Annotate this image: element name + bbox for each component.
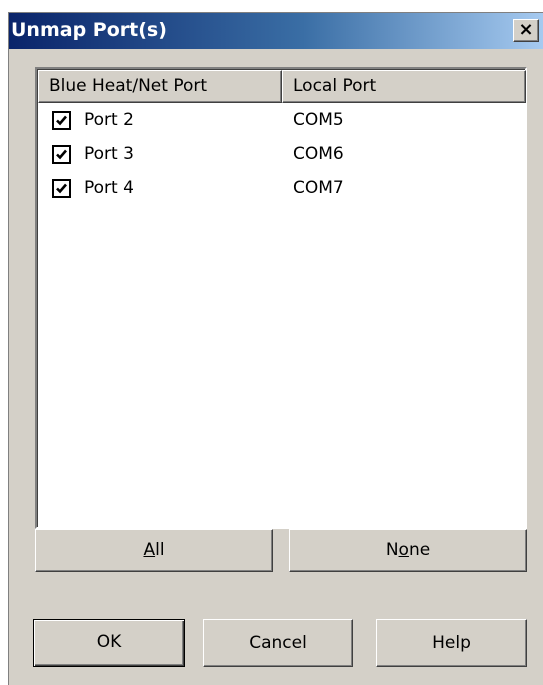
help-label: Help [432,633,471,653]
checkmark-icon [56,115,67,126]
close-icon: × [518,19,534,40]
list-item[interactable]: Port 4 COM7 [38,173,524,207]
column-header-local-port[interactable]: Local Port [282,70,526,103]
ok-button[interactable]: OK [33,619,185,667]
row-checkbox[interactable] [52,179,71,198]
local-port-value: COM7 [293,178,344,198]
column-header-blue-heat-net-port[interactable]: Blue Heat/Net Port [38,70,282,103]
port-name: Port 3 [84,144,134,164]
port-list[interactable]: Blue Heat/Net Port Local Port Port 2 COM5… [35,67,527,529]
local-port-value: COM5 [293,110,344,130]
dialog-title: Unmap Port(s) [11,19,167,41]
cancel-button[interactable]: Cancel [203,619,353,667]
list-rows: Port 2 COM5 Port 3 COM6 Port 4 COM7 [38,105,524,207]
unmap-ports-dialog: Unmap Port(s) × Blue Heat/Net Port Local… [8,12,543,685]
list-item[interactable]: Port 2 COM5 [38,105,524,139]
title-bar[interactable]: Unmap Port(s) × [9,13,543,49]
select-all-label: All [143,540,165,560]
checkmark-icon [56,183,67,194]
local-port-value: COM6 [293,144,344,164]
help-button[interactable]: Help [376,619,527,667]
list-header: Blue Heat/Net Port Local Port [38,70,526,103]
port-name: Port 2 [84,110,134,130]
cancel-label: Cancel [249,633,307,653]
row-checkbox[interactable] [52,111,71,130]
ok-label: OK [96,632,122,652]
checkmark-icon [56,149,67,160]
select-none-label: None [385,540,431,560]
close-button[interactable]: × [513,19,539,42]
list-item[interactable]: Port 3 COM6 [38,139,524,173]
port-name: Port 4 [84,178,134,198]
row-checkbox[interactable] [52,145,71,164]
select-all-button[interactable]: All [35,529,273,572]
select-none-button[interactable]: None [289,529,527,572]
